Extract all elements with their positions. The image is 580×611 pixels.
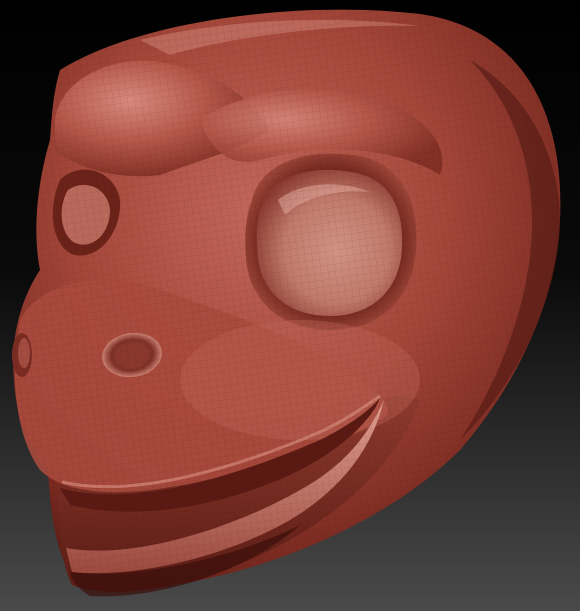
viewport-canvas[interactable]	[0, 0, 580, 611]
sculpt-render	[0, 0, 580, 611]
